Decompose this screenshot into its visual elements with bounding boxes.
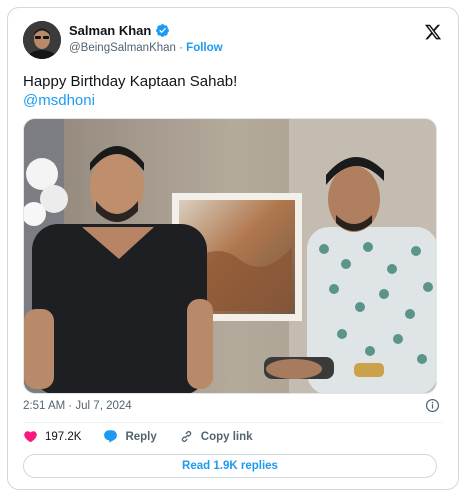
reply-bubble-icon (104, 430, 118, 443)
info-icon[interactable] (425, 398, 440, 413)
author-name-row: Salman Khan (69, 23, 170, 38)
tweet-text: Happy Birthday Kaptaan Sahab! @msdhoni (23, 72, 237, 110)
tweet-text-line: Happy Birthday Kaptaan Sahab! (23, 73, 238, 90)
reply-label: Reply (125, 430, 157, 443)
tweet-embed-card: Salman Khan @BeingSalmanKhan · Follow Ha… (7, 7, 459, 490)
handle-separator: · (175, 42, 187, 54)
author-avatar[interactable] (23, 21, 61, 59)
copy-link-label: Copy link (200, 430, 253, 443)
mention-link[interactable]: @msdhoni (23, 91, 237, 110)
divider (23, 422, 443, 423)
tweet-photo[interactable] (23, 118, 437, 394)
tweet-timestamp[interactable]: 2:51 AM · Jul 7, 2024 (23, 400, 132, 412)
heart-icon (24, 431, 37, 443)
author-handle-row: @BeingSalmanKhan · Follow (69, 42, 223, 54)
tweet-actions: 197.2K Reply Copy link (23, 429, 275, 444)
follow-button[interactable]: Follow (186, 42, 222, 54)
author-name[interactable]: Salman Khan (69, 23, 151, 38)
x-logo-icon[interactable] (424, 23, 442, 41)
like-button[interactable]: 197.2K (23, 429, 81, 444)
read-replies-button[interactable]: Read 1.9K replies (23, 454, 437, 478)
avatar-photo (23, 21, 61, 59)
like-count: 197.2K (45, 430, 82, 443)
verified-badge-icon (156, 24, 170, 37)
link-icon (181, 431, 192, 442)
copy-link-button[interactable]: Copy link (179, 429, 253, 444)
reply-button[interactable]: Reply (103, 429, 157, 444)
tweet-photo-image (24, 119, 436, 393)
author-handle[interactable]: @BeingSalmanKhan (69, 42, 176, 54)
read-replies-label: Read 1.9K replies (182, 460, 278, 472)
